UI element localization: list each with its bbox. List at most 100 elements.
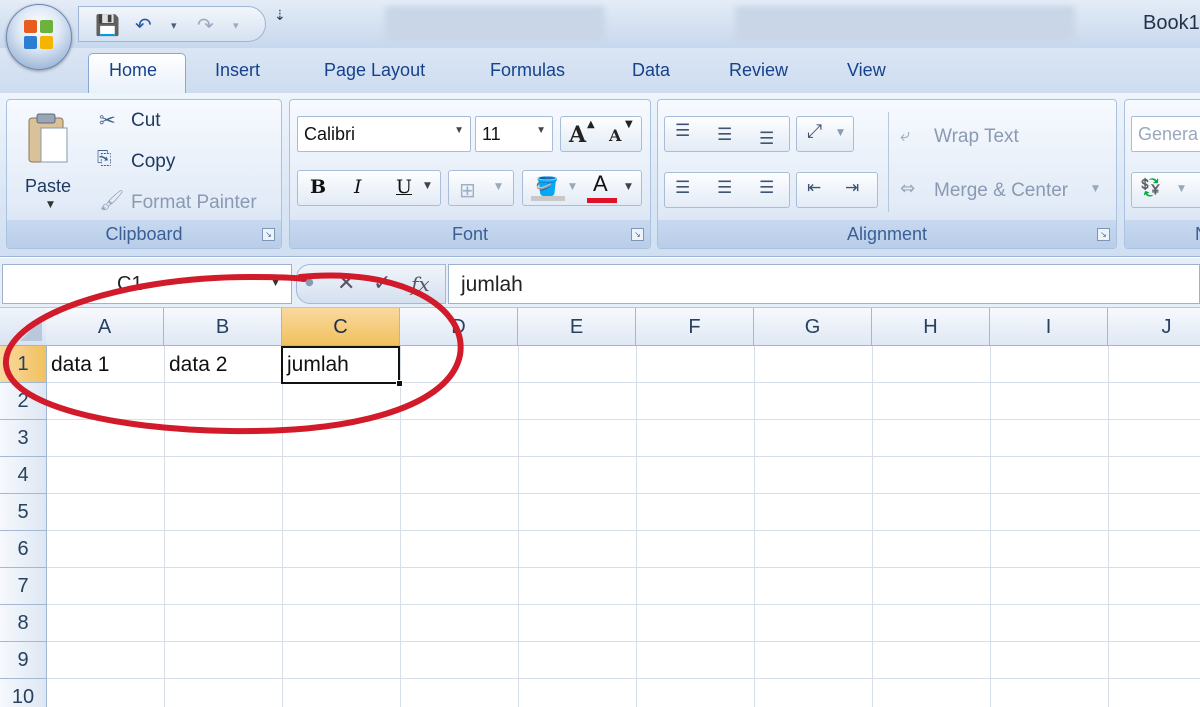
chevron-down-icon: ▼ [569,182,576,192]
gridline [872,346,873,707]
underline-button[interactable]: U [396,176,412,198]
increase-indent-icon[interactable]: ⇥ [845,178,859,198]
copy-button[interactable]: Copy [131,151,175,173]
font-color-button[interactable]: A [593,171,608,197]
chevron-down-icon: ▼ [536,125,546,136]
tab-page-layout[interactable]: Page Layout [324,60,425,81]
cell-a1[interactable]: data 1 [47,346,165,383]
cancel-entry-icon[interactable]: ✕ [337,271,355,296]
row-header-4[interactable]: 4 [0,457,47,494]
formula-input[interactable]: jumlah [448,264,1200,304]
column-header-d[interactable]: D [400,308,518,346]
column-header-f[interactable]: F [636,308,754,346]
fill-handle[interactable] [396,380,403,387]
underline-dropdown-icon[interactable]: ▼ [424,181,431,191]
row-header-6[interactable]: 6 [0,531,47,568]
undo-icon[interactable]: ↶ [135,12,152,38]
gridline [47,530,1200,531]
italic-button[interactable]: I [354,176,362,198]
row-header-2[interactable]: 2 [0,383,47,420]
tab-review[interactable]: Review [729,60,788,81]
row-header-7[interactable]: 7 [0,568,47,605]
align-left-icon[interactable]: ☰ [675,178,690,198]
column-header-c[interactable]: C [282,308,400,346]
quick-access-toolbar: 💾 ↶ ▾ ↷ ▾ [78,6,266,42]
title-bar: 💾 ↶ ▾ ↷ ▾ ⇣ Book1 [0,0,1200,48]
orientation-icon: ⤢ [807,120,823,142]
name-box[interactable]: C1 ▼ [2,264,292,304]
grow-font-button[interactable]: A [569,122,586,148]
column-header-g[interactable]: G [754,308,872,346]
redo-dropdown-icon[interactable]: ▾ [233,13,239,39]
column-header-j[interactable]: J [1108,308,1200,346]
column-header-a[interactable]: A [46,308,164,346]
cut-button[interactable]: Cut [131,110,161,132]
group-divider [888,112,889,212]
undo-dropdown-icon[interactable]: ▾ [171,13,177,39]
grow-arrow-icon: ▲ [587,119,595,130]
bold-button[interactable]: B [310,176,326,198]
tab-insert[interactable]: Insert [215,60,260,81]
confirm-entry-icon[interactable]: ✓ [373,271,391,296]
number-format-value: Genera [1138,124,1199,144]
font-size-select[interactable]: 11 ▼ [475,116,553,152]
tab-formulas[interactable]: Formulas [490,60,565,81]
row-header-1[interactable]: 1 [0,346,47,383]
font-size-value: 11 [482,124,501,144]
column-header-h[interactable]: H [872,308,990,346]
cell-b1[interactable]: data 2 [165,346,283,383]
clipboard-group: Paste ▼ ✂ Cut ⎘ Copy 🖌 Format Painter Cl… [6,99,282,249]
font-style-buttons: B I U ▼ [297,170,441,206]
merge-center-button[interactable]: Merge & Center [934,180,1068,202]
font-name-select[interactable]: Calibri ▼ [297,116,471,152]
tab-home[interactable]: Home [109,60,157,81]
align-right-icon[interactable]: ☰ [759,178,774,198]
gridline [47,678,1200,679]
align-center-icon[interactable]: ☰ [717,178,732,198]
alignment-launcher-icon[interactable]: ↘ [1097,228,1110,241]
copy-icon: ⎘ [97,148,112,169]
select-all-button[interactable] [0,308,47,346]
align-middle-icon[interactable]: ☰ [717,125,732,145]
fill-color-icon[interactable]: 🪣 [535,175,559,198]
tab-view[interactable]: View [847,60,886,81]
gridline [47,419,1200,420]
row-header-3[interactable]: 3 [0,420,47,457]
gridline [636,346,637,707]
ribbon-tabs: Home Insert Page Layout Formulas Data Re… [0,48,1200,95]
customize-qat-icon[interactable]: ⇣ [274,8,286,24]
align-top-icon[interactable]: ☰ [675,121,690,141]
column-header-i[interactable]: I [990,308,1108,346]
wrap-text-button[interactable]: Wrap Text [934,126,1019,148]
tab-data[interactable]: Data [632,60,670,81]
orientation-button[interactable]: ⤢ ▼ [796,116,854,152]
office-button[interactable] [6,4,72,70]
shrink-font-button[interactable]: A [609,126,621,145]
background-window-tab [385,6,605,42]
row-header-9[interactable]: 9 [0,642,47,679]
save-icon[interactable]: 💾 [95,12,120,38]
paste-icon [28,113,68,163]
paste-button[interactable]: Paste ▼ [17,106,77,214]
align-bottom-icon[interactable]: ☰ [759,129,774,149]
row-header-10[interactable]: 10 [0,679,47,707]
vertical-align-buttons: ☰ ☰ ☰ [664,116,790,152]
format-painter-button[interactable]: Format Painter [131,192,257,214]
alignment-group: ☰ ☰ ☰ ⤢ ▼ ☰ ☰ ☰ ⇤ ⇥ ⤶ Wrap Text ⇔ Merge … [657,99,1117,249]
gridline [47,567,1200,568]
column-header-e[interactable]: E [518,308,636,346]
row-header-8[interactable]: 8 [0,605,47,642]
chevron-down-icon: ▼ [270,277,281,289]
redo-icon[interactable]: ↷ [197,12,214,38]
row-header-5[interactable]: 5 [0,494,47,531]
paste-dropdown-icon[interactable]: ▼ [47,200,54,210]
insert-function-button[interactable]: fx [411,272,430,296]
number-format-select[interactable]: Genera [1131,116,1200,152]
decrease-indent-icon[interactable]: ⇤ [807,178,821,198]
accounting-format-button[interactable]: 💱 ▼ [1131,172,1200,208]
merge-dropdown-icon[interactable]: ▼ [1092,184,1099,194]
borders-button[interactable]: ⊞ ▼ [448,170,514,206]
font-launcher-icon[interactable]: ↘ [631,228,644,241]
clipboard-launcher-icon[interactable]: ↘ [262,228,275,241]
column-header-b[interactable]: B [164,308,282,346]
